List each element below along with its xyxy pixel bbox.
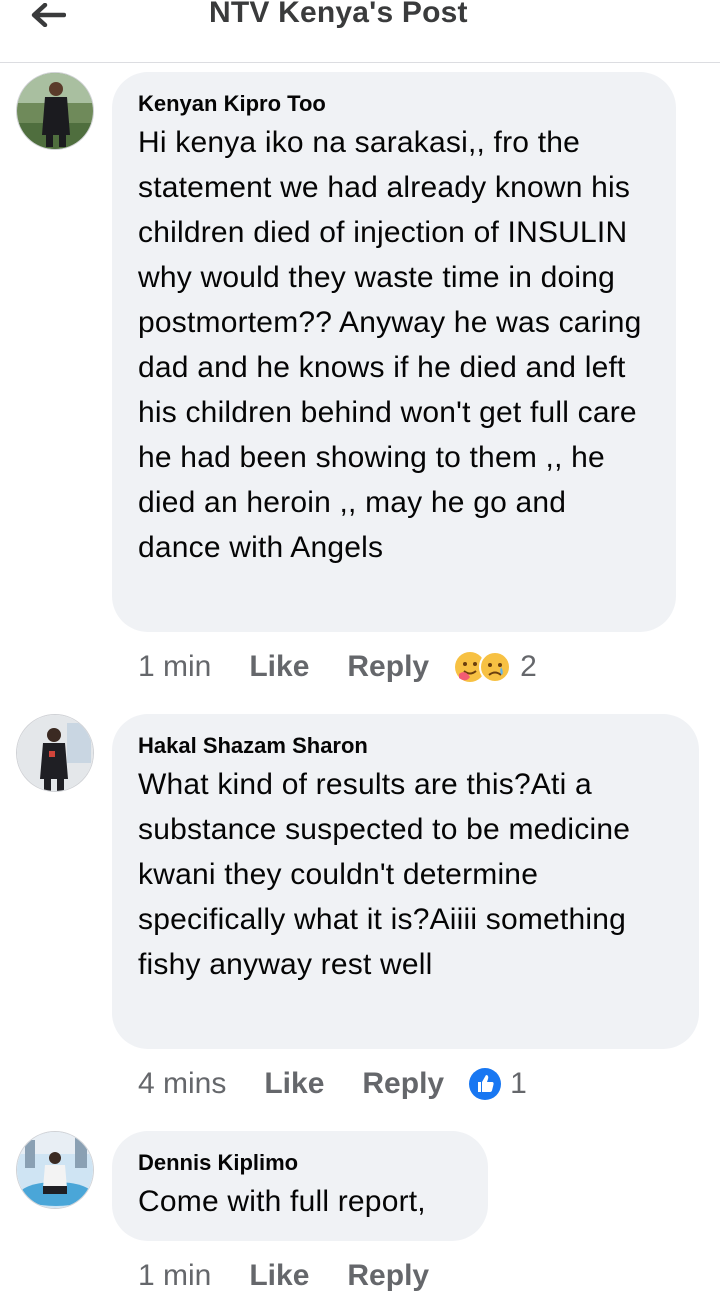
comment-time[interactable]: 4 mins <box>138 1067 226 1101</box>
avatar[interactable] <box>16 72 94 150</box>
comment-text: Hi kenya iko na sarakasi,, fro the state… <box>138 126 642 564</box>
profile-photo <box>17 73 93 149</box>
reply-button[interactable]: Reply <box>347 1259 429 1293</box>
comment-author[interactable]: Dennis Kiplimo <box>138 1149 298 1177</box>
reaction-count: 2 <box>520 650 537 683</box>
reply-button[interactable]: Reply <box>347 650 429 684</box>
comment-time[interactable]: 1 min <box>138 1259 211 1293</box>
top-bar: NTV Kenya's Post <box>0 0 720 63</box>
back-button[interactable] <box>28 0 68 30</box>
arrow-left-icon <box>31 3 66 27</box>
comment-time[interactable]: 1 min <box>138 650 211 684</box>
profile-photo <box>17 1132 93 1208</box>
comment-actions: 4 mins Like Reply 1 <box>138 1064 527 1104</box>
reaction-summary[interactable]: 1 <box>468 1067 527 1101</box>
like-button[interactable]: Like <box>249 650 309 684</box>
profile-photo <box>17 715 93 791</box>
comment-actions: 1 min Like Reply 2 <box>138 647 537 687</box>
like-button[interactable]: Like <box>249 1259 309 1293</box>
comment-author[interactable]: Hakal Shazam Sharon <box>138 732 368 760</box>
comment-bubble: Kenyan Kipro Too Hi kenya iko na sarakas… <box>112 72 676 632</box>
comment-actions: 1 min Like Reply <box>138 1256 429 1296</box>
comment-bubble: Dennis Kiplimo Come with full report, <box>112 1131 488 1241</box>
page-title: NTV Kenya's Post <box>209 0 468 29</box>
sad-face-icon <box>479 651 512 683</box>
reaction-summary[interactable]: 2 <box>453 650 537 684</box>
comment-text: What kind of results are this?Ati a subs… <box>138 768 631 981</box>
comment-bubble: Hakal Shazam Sharon What kind of results… <box>112 714 699 1049</box>
comment-author[interactable]: Kenyan Kipro Too <box>138 90 326 118</box>
comment-text: Come with full report, <box>138 1185 426 1218</box>
reaction-count: 1 <box>510 1067 527 1100</box>
thumbs-up-icon <box>469 1068 502 1100</box>
avatar[interactable] <box>16 1131 94 1209</box>
avatar[interactable] <box>16 714 94 792</box>
like-button[interactable]: Like <box>264 1067 324 1101</box>
reply-button[interactable]: Reply <box>362 1067 444 1101</box>
